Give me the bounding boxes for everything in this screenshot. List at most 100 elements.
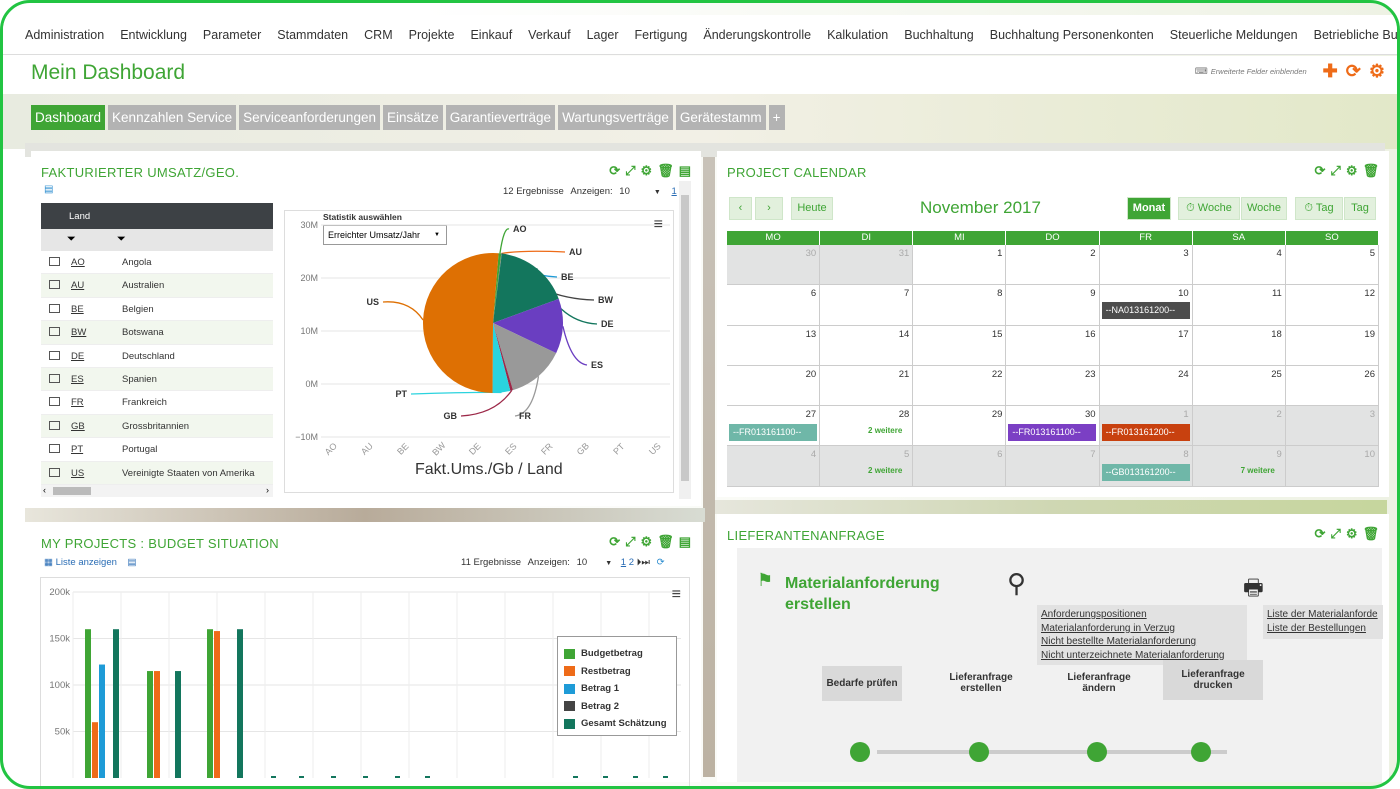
trash-icon[interactable]: 🗑 <box>1362 163 1379 179</box>
filter-icon[interactable]: ⏷ <box>67 233 76 246</box>
menu-item-10[interactable]: Änderungskontrolle <box>703 28 811 42</box>
calendar-day[interactable]: 3 <box>1099 245 1193 286</box>
refresh-icon[interactable]: ⟳ <box>657 557 665 568</box>
calendar-day[interactable]: 6 <box>913 446 1007 487</box>
menu-item-4[interactable]: CRM <box>364 28 392 42</box>
settings-gear-icon[interactable]: ⚙ <box>1369 62 1385 80</box>
col-land[interactable]: Land <box>69 211 90 222</box>
list-view-icon[interactable]: ▤ <box>44 184 53 195</box>
trash-icon[interactable]: 🗑 <box>657 534 674 550</box>
calendar-day[interactable]: 29 <box>913 406 1007 447</box>
next-button[interactable]: › <box>755 197 783 220</box>
calendar-day[interactable]: 25 <box>1192 365 1286 407</box>
fk-page-1[interactable]: 1 <box>672 186 677 197</box>
calendar-day[interactable]: 21 <box>820 365 914 407</box>
chevron-down-icon[interactable]: ▼ <box>605 560 612 567</box>
workflow-step-1[interactable]: Lieferanfrage erstellen <box>941 666 1021 700</box>
legend-item[interactable]: Budgetbetrag <box>564 645 670 663</box>
workflow-step-0[interactable]: Bedarfe prüfen <box>822 666 902 701</box>
calendar-day[interactable]: 13 <box>727 325 821 366</box>
expand-icon[interactable]: ⤢ <box>1330 526 1340 542</box>
add-icon[interactable]: ✚ <box>1323 62 1338 80</box>
menu-item-9[interactable]: Fertigung <box>635 28 688 42</box>
calendar-day[interactable]: 10 --NA013161200-- <box>1099 285 1193 326</box>
more-link[interactable]: 2 weitere <box>868 466 902 475</box>
table-row[interactable]: AO Angola <box>41 251 273 275</box>
filter-icon[interactable]: ⏷ <box>117 233 126 246</box>
workflow-dot[interactable] <box>1191 742 1211 762</box>
bar[interactable] <box>99 664 105 778</box>
calendar-day[interactable]: 20 <box>727 365 821 407</box>
chart-menu-icon[interactable]: ≡ <box>672 586 681 604</box>
calendar-day[interactable]: 4 <box>1192 245 1286 286</box>
next-page-icon[interactable]: ⏵⏭ <box>637 557 650 568</box>
menu-item-2[interactable]: Parameter <box>203 28 261 42</box>
calendar-day[interactable]: 18 <box>1192 325 1286 366</box>
table-row[interactable]: ES Spanien <box>41 367 273 392</box>
menu-item-8[interactable]: Lager <box>587 28 619 42</box>
menu-item-3[interactable]: Stammdaten <box>277 28 348 42</box>
legend-item[interactable]: Gesamt Schätzung <box>564 715 670 733</box>
workflow-dot[interactable] <box>1087 742 1107 762</box>
detail-icon[interactable] <box>49 373 60 383</box>
row-code[interactable]: DE <box>71 351 84 362</box>
calendar-day[interactable]: 2 <box>1006 245 1100 286</box>
calendar-day[interactable]: 28 2 weitere <box>820 406 914 447</box>
detail-icon[interactable] <box>49 444 60 454</box>
row-code[interactable]: ES <box>71 374 84 385</box>
workflow-step-3[interactable]: Lieferanfrage drucken <box>1163 660 1263 700</box>
show-list-link[interactable]: Liste anzeigen <box>56 557 117 568</box>
calendar-day[interactable]: 1 <box>913 245 1007 286</box>
table-row[interactable]: FR Frankreich <box>41 391 273 415</box>
refresh-icon[interactable]: ⟳ <box>1315 163 1326 179</box>
bar[interactable] <box>113 629 119 778</box>
trash-icon[interactable]: 🗑 <box>1362 526 1379 542</box>
calendar-day[interactable]: 7 <box>1006 446 1100 487</box>
legend-item[interactable]: Betrag 1 <box>564 680 670 698</box>
bar[interactable] <box>175 671 181 778</box>
proj-page-1[interactable]: 1 <box>621 557 626 568</box>
calendar-day[interactable]: 2 <box>1192 406 1286 447</box>
prev-button[interactable]: ‹ <box>729 197 752 220</box>
bar[interactable] <box>363 776 368 778</box>
calendar-event[interactable]: --FR013161100-- <box>1008 424 1097 442</box>
table-row[interactable]: BW Botswana <box>41 321 273 345</box>
calendar-day[interactable]: 5 <box>1285 245 1379 286</box>
legend-item[interactable]: Betrag 2 <box>564 698 670 716</box>
lief-link[interactable]: Liste der Materialanforde <box>1267 608 1379 622</box>
detail-icon[interactable] <box>49 257 60 266</box>
bar[interactable] <box>299 776 304 778</box>
lief-link[interactable]: Materialanforderung in Verzug <box>1041 622 1243 636</box>
table-row[interactable]: PT Portugal <box>41 438 273 462</box>
detail-icon[interactable] <box>49 303 60 313</box>
workflow-step-2[interactable]: Lieferanfrage ändern <box>1059 666 1139 700</box>
calendar-day[interactable]: 19 <box>1285 325 1379 366</box>
gear-icon[interactable]: ⚙ <box>641 163 653 179</box>
calendar-day[interactable]: 1 --FR013161200-- <box>1099 406 1193 447</box>
calendar-day[interactable]: 10 <box>1285 446 1379 487</box>
fk-scrollbar[interactable]: ‹ › <box>41 484 273 497</box>
expand-icon[interactable]: ⤢ <box>1330 163 1340 179</box>
calendar-day[interactable]: 24 <box>1099 365 1193 407</box>
detail-icon[interactable] <box>49 280 60 290</box>
detail-icon[interactable] <box>49 420 60 430</box>
menu-item-1[interactable]: Entwicklung <box>120 28 187 42</box>
menu-item-11[interactable]: Kalkulation <box>827 28 888 42</box>
menu-item-7[interactable]: Verkauf <box>528 28 570 42</box>
bar[interactable] <box>147 671 153 778</box>
calendar-day[interactable]: 31 <box>820 245 914 286</box>
table-row[interactable]: GB Grossbritannien <box>41 414 273 439</box>
bar[interactable] <box>237 629 243 778</box>
extra-fields-toggle[interactable]: Erweiterte Felder einblenden <box>1211 67 1307 76</box>
calendar-day[interactable]: 30 <box>727 245 821 286</box>
row-code[interactable]: GB <box>71 421 85 432</box>
calendar-day[interactable]: 17 <box>1099 325 1193 366</box>
expand-icon[interactable]: ⤢ <box>625 534 635 550</box>
row-code[interactable]: AU <box>71 280 84 291</box>
tab-0[interactable]: Dashboard <box>31 105 106 130</box>
day-button[interactable]: ⏱ Tag <box>1295 197 1343 220</box>
fk-vscroll[interactable] <box>679 181 691 499</box>
refresh-icon[interactable]: ⟳ <box>1315 526 1326 542</box>
bar[interactable] <box>207 629 213 778</box>
bar[interactable] <box>395 776 400 778</box>
